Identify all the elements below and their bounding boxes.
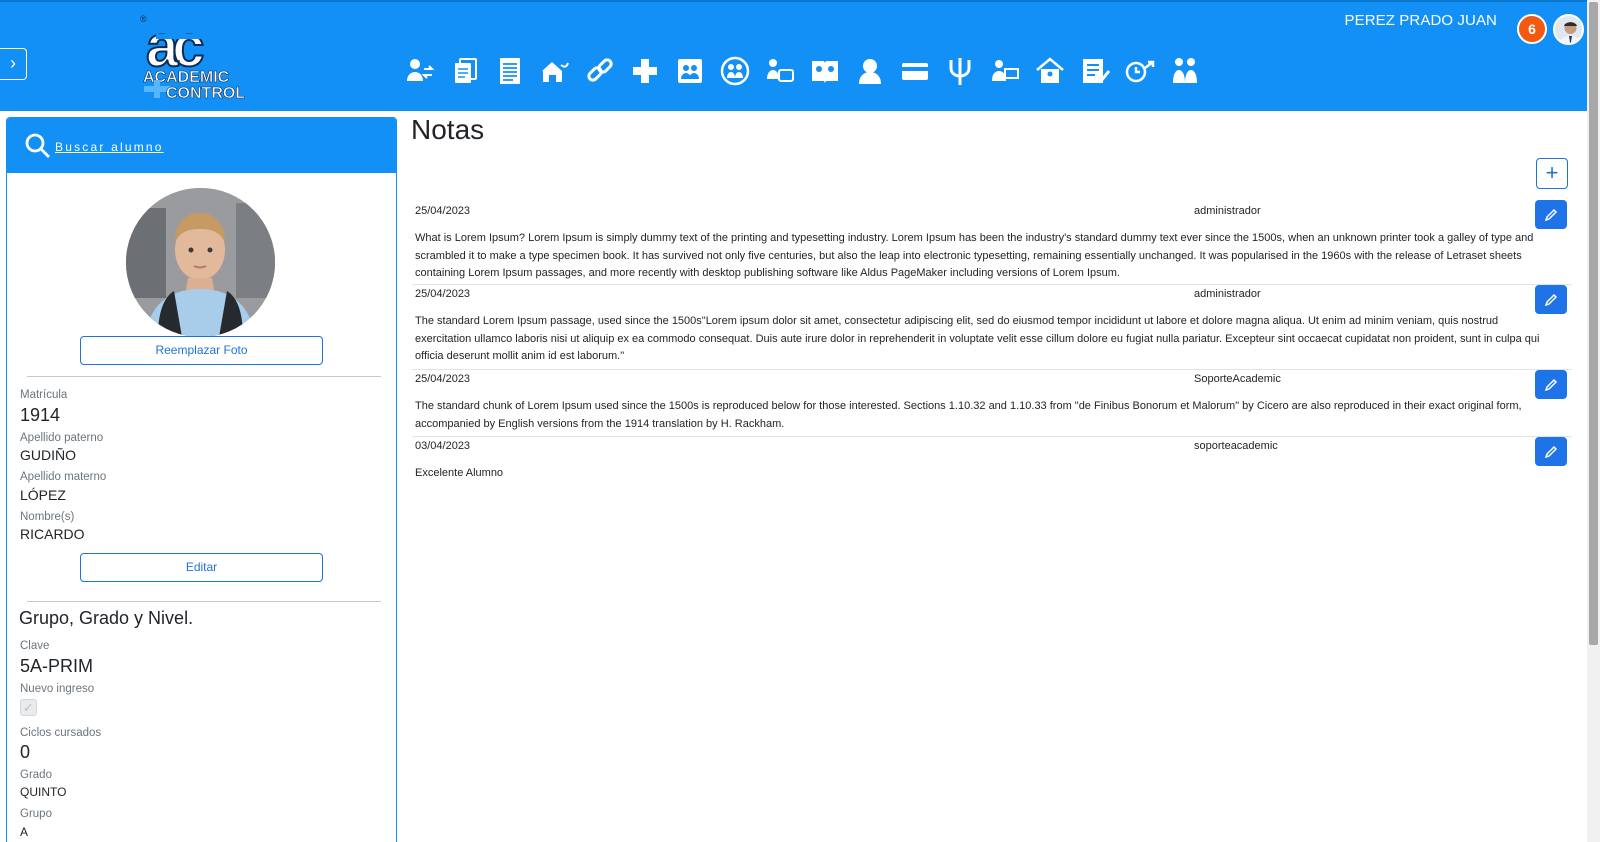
payment-card-icon[interactable] bbox=[897, 52, 933, 90]
ciclos-value: 0 bbox=[20, 742, 31, 762]
app-frame: › ® ac ACADEMIC CONTROL PEREZ PRADO JUAN… bbox=[0, 0, 1600, 842]
module-toolbar bbox=[402, 52, 1203, 90]
group-section-title: Grupo, Grado y Nivel. bbox=[19, 608, 194, 628]
report-list-icon[interactable] bbox=[492, 52, 528, 90]
replace-photo-button[interactable]: Reemplazar Foto bbox=[80, 336, 323, 365]
grupo-value: A bbox=[20, 825, 29, 839]
note-item: 03/04/2023 soporteacademic Excelente Alu… bbox=[412, 436, 1572, 486]
note-item: 25/04/2023 SoporteAcademic The standard … bbox=[412, 369, 1572, 436]
medical-cross-icon[interactable] bbox=[627, 52, 663, 90]
academic-control-logo[interactable]: ® ac ACADEMIC CONTROL bbox=[140, 13, 255, 102]
user-avatar[interactable] bbox=[1553, 14, 1584, 45]
note-item: 25/04/2023 administrador What is Lorem I… bbox=[412, 200, 1572, 286]
nuevo-ingreso-checkbox[interactable]: ✓ bbox=[20, 699, 37, 716]
search-student-link[interactable]: Buscar alumno bbox=[55, 140, 164, 154]
sidebar-toggle-button[interactable]: › bbox=[0, 48, 27, 80]
note-author: SoporteAcademic bbox=[1194, 373, 1281, 385]
divider bbox=[27, 376, 381, 377]
user-name[interactable]: PEREZ PRADO JUAN bbox=[1345, 12, 1497, 29]
note-author: administrador bbox=[1194, 205, 1261, 217]
note-date: 03/04/2023 bbox=[415, 440, 471, 452]
edit-note-button[interactable] bbox=[1535, 285, 1567, 314]
schedule-clock-icon[interactable] bbox=[1122, 52, 1158, 90]
teacher-icon[interactable] bbox=[987, 52, 1023, 90]
note-date: 25/04/2023 bbox=[415, 373, 471, 385]
grupo-label: Grupo bbox=[20, 808, 52, 820]
home-path-icon[interactable] bbox=[537, 52, 573, 90]
apellido-materno-label: Apellido materno bbox=[20, 471, 107, 483]
edit-note-button[interactable] bbox=[1535, 437, 1567, 466]
top-header: › ® ac ACADEMIC CONTROL PEREZ PRADO JUAN… bbox=[0, 0, 1587, 111]
nombre-label: Nombre(s) bbox=[20, 511, 75, 523]
matricula-value: 1914 bbox=[20, 405, 61, 425]
note-item: 25/04/2023 administrador The standard Lo… bbox=[412, 284, 1572, 369]
parents-icon[interactable] bbox=[1167, 52, 1203, 90]
page-title: Notas bbox=[411, 114, 485, 145]
note-date: 25/04/2023 bbox=[415, 205, 471, 217]
family-book-icon[interactable] bbox=[807, 52, 843, 90]
matricula-label: Matrícula bbox=[20, 389, 68, 401]
note-separator bbox=[412, 284, 1572, 285]
contacts-book-icon[interactable] bbox=[672, 52, 708, 90]
nombre-value: RICARDO bbox=[20, 526, 85, 542]
group-circle-icon[interactable] bbox=[717, 52, 753, 90]
apellido-materno-value: LÓPEZ bbox=[20, 487, 66, 503]
notification-badge[interactable]: 6 bbox=[1517, 14, 1547, 44]
link-icon[interactable] bbox=[582, 52, 618, 90]
psychology-icon[interactable] bbox=[942, 52, 978, 90]
apellido-paterno-value: GUDIÑO bbox=[20, 447, 76, 463]
edit-note-button[interactable] bbox=[1535, 370, 1567, 399]
logo-text-line2: CONTROL bbox=[166, 85, 245, 102]
student-panel: Buscar alumno Reemplazar Foto Matrícula … bbox=[6, 117, 397, 842]
grado-value: QUINTO bbox=[20, 785, 67, 799]
note-separator bbox=[412, 436, 1572, 437]
clave-label: Clave bbox=[20, 640, 50, 652]
note-separator bbox=[412, 369, 1572, 370]
note-text: The standard Lorem Ipsum passage, used s… bbox=[415, 315, 1540, 362]
nuevo-ingreso-label: Nuevo ingreso bbox=[20, 683, 95, 695]
checklist-icon[interactable] bbox=[1077, 52, 1113, 90]
search-icon[interactable] bbox=[25, 133, 51, 159]
clave-value: 5A-PRIM bbox=[20, 656, 94, 676]
counselor-icon[interactable] bbox=[852, 52, 888, 90]
student-photo bbox=[126, 188, 275, 337]
page-scrollbar[interactable] bbox=[1587, 0, 1600, 842]
add-note-button[interactable]: + bbox=[1536, 158, 1568, 189]
scrollbar-thumb[interactable] bbox=[1589, 2, 1598, 645]
note-text: What is Lorem Ipsum? Lorem Ipsum is simp… bbox=[415, 232, 1534, 279]
students-exchange-icon[interactable] bbox=[402, 52, 438, 90]
documents-icon[interactable] bbox=[447, 52, 483, 90]
search-bar: Buscar alumno bbox=[7, 118, 396, 173]
apellido-paterno-label: Apellido paterno bbox=[20, 432, 104, 444]
divider bbox=[27, 601, 381, 602]
grado-label: Grado bbox=[20, 769, 52, 781]
note-author: administrador bbox=[1194, 288, 1261, 300]
note-text: Excelente Alumno bbox=[415, 467, 504, 479]
note-author: soporteacademic bbox=[1194, 440, 1278, 452]
edit-note-button[interactable] bbox=[1535, 200, 1567, 229]
student-id-icon[interactable] bbox=[762, 52, 798, 90]
ciclos-label: Ciclos cursados bbox=[20, 727, 102, 739]
edit-student-button[interactable]: Editar bbox=[80, 553, 323, 582]
school-building-icon[interactable] bbox=[1032, 52, 1068, 90]
note-date: 25/04/2023 bbox=[415, 288, 471, 300]
note-text: The standard chunk of Lorem Ipsum used s… bbox=[415, 400, 1522, 430]
